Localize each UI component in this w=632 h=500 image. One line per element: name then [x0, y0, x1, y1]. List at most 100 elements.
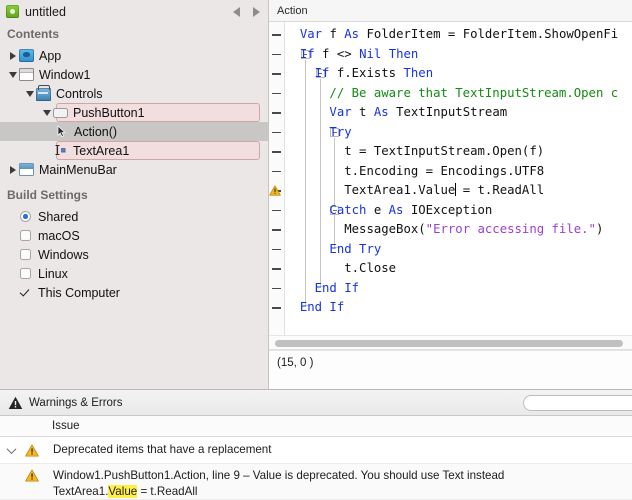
- code-line[interactable]: t = TextInputStream.Open(f): [285, 142, 632, 162]
- code-line[interactable]: MessageBox("Error accessing file."): [285, 220, 632, 240]
- build-target-label: macOS: [38, 228, 80, 243]
- code-line[interactable]: TextArea1.Value = t.ReadAll: [269, 181, 632, 201]
- navigator-header: untitled: [0, 0, 268, 23]
- build-target-windows[interactable]: Windows: [0, 245, 268, 264]
- code-line[interactable]: t.Encoding = Encodings.UTF8: [285, 162, 632, 182]
- menubar-icon: [19, 163, 34, 176]
- code-area[interactable]: Var f As FolderItem = FolderItem.ShowOpe…: [269, 22, 632, 335]
- code-token: TextInputStream: [396, 105, 508, 119]
- warning-detail-row[interactable]: Window1.PushButton1.Action, line 9 – Val…: [0, 464, 632, 500]
- build-target-linux[interactable]: Linux: [0, 264, 268, 283]
- column-header-issue[interactable]: Issue: [52, 420, 80, 432]
- code-token: If: [314, 66, 337, 80]
- top-area: untitled Contents App Window1 Controls P…: [0, 0, 632, 389]
- gutter-line-marker[interactable]: [272, 151, 281, 153]
- code-line[interactable]: End If: [285, 298, 632, 318]
- code-line[interactable]: Try: [285, 123, 632, 143]
- xojo-ide-window: untitled Contents App Window1 Controls P…: [0, 0, 632, 500]
- checkbox-icon[interactable]: [20, 230, 31, 241]
- code-line[interactable]: Var t As TextInputStream: [285, 103, 632, 123]
- code-token: IOException: [410, 202, 493, 217]
- disclosure-window1[interactable]: [6, 71, 19, 78]
- gutter-line-marker[interactable]: [272, 34, 281, 36]
- tree-item-textarea1[interactable]: TextArea1: [0, 141, 268, 160]
- gutter-line-marker[interactable]: [272, 53, 281, 56]
- warnings-search-input[interactable]: [523, 395, 632, 411]
- tree-item-mainmenubar[interactable]: MainMenuBar: [0, 160, 268, 179]
- code-line[interactable]: Catch e As IOException: [285, 201, 632, 221]
- tree-item-app[interactable]: App: [0, 46, 268, 65]
- disclosure-mainmenubar[interactable]: [6, 165, 19, 174]
- warning-triangle-icon: [269, 185, 281, 196]
- build-target-shared[interactable]: Shared: [0, 207, 268, 226]
- gutter-line-marker[interactable]: [272, 248, 281, 251]
- tree-item-pushbutton1[interactable]: PushButton1: [0, 103, 268, 122]
- disclosure-pushbutton1[interactable]: [40, 109, 53, 116]
- code-line[interactable]: Var f As FolderItem = FolderItem.ShowOpe…: [285, 25, 632, 45]
- warning-group-row[interactable]: Deprecated items that have a replacement: [0, 437, 632, 464]
- gutter-line-marker[interactable]: [272, 229, 281, 231]
- code-token: "Error accessing file.": [425, 222, 596, 236]
- build-target-label: Windows: [38, 247, 89, 262]
- disclosure-app[interactable]: [6, 51, 19, 60]
- build-target-label: Linux: [38, 266, 68, 281]
- nav-forward-arrow-icon[interactable]: [253, 6, 260, 17]
- editor-horizontal-scrollbar[interactable]: [269, 335, 632, 350]
- build-target-this-computer[interactable]: This Computer: [0, 283, 268, 302]
- app-icon: [19, 49, 34, 62]
- warning-group-label: Deprecated items that have a replacement: [53, 443, 272, 457]
- code-line[interactable]: End Try: [285, 240, 632, 260]
- code-token: As: [373, 105, 397, 119]
- scrollbar-thumb[interactable]: [275, 340, 623, 347]
- gutter-line-marker[interactable]: [272, 287, 281, 290]
- chevron-right-icon: [9, 51, 16, 60]
- code-line[interactable]: End If: [285, 279, 632, 299]
- tree-item-label: Window1: [39, 67, 91, 82]
- gutter-line-marker[interactable]: [272, 112, 281, 114]
- code-token: Try: [329, 124, 352, 139]
- code-line[interactable]: t.Close: [285, 259, 632, 279]
- code-token: Catch: [329, 202, 374, 217]
- project-title: untitled: [25, 4, 67, 19]
- code-token: ): [595, 222, 604, 236]
- code-token: As: [344, 27, 367, 41]
- code-token: End If: [299, 300, 345, 314]
- tab-action[interactable]: Action: [269, 5, 308, 17]
- code-text[interactable]: Var f As FolderItem = FolderItem.ShowOpe…: [269, 22, 632, 318]
- gutter-line-marker[interactable]: [272, 268, 281, 270]
- tree-item-label: Controls: [56, 86, 103, 101]
- tree-item-action-event[interactable]: Action(): [0, 122, 268, 141]
- gutter-line-marker[interactable]: [272, 92, 281, 95]
- nav-back-arrow-icon[interactable]: [233, 6, 240, 17]
- tree-item-window1[interactable]: Window1: [0, 65, 268, 84]
- tree-item-label: MainMenuBar: [39, 162, 117, 177]
- checkbox-icon[interactable]: [20, 249, 31, 260]
- tree-item-controls[interactable]: Controls: [0, 84, 268, 103]
- code-line[interactable]: If f <> Nil Then: [285, 45, 632, 65]
- gutter-line-marker[interactable]: [272, 73, 281, 75]
- gutter-line-marker[interactable]: [272, 170, 281, 173]
- checkmark-icon[interactable]: [20, 287, 31, 298]
- build-target-macos[interactable]: macOS: [0, 226, 268, 245]
- disclosure-controls[interactable]: [23, 90, 36, 97]
- build-target-label: This Computer: [38, 285, 120, 300]
- radio-icon[interactable]: [20, 211, 31, 222]
- code-line[interactable]: If f.Exists Then: [285, 64, 632, 84]
- disclosure-warning-group[interactable]: [0, 444, 22, 455]
- code-line[interactable]: // Be aware that TextInputStream.Open c: [285, 84, 632, 104]
- gutter-line-marker[interactable]: [272, 209, 281, 212]
- navigator-history-controls: [233, 0, 260, 23]
- code-token: Var: [299, 27, 330, 41]
- checkbox-icon[interactable]: [20, 268, 31, 279]
- gutter-line-marker[interactable]: [272, 307, 281, 309]
- panel-title: Warnings & Errors: [29, 396, 123, 409]
- code-token: t = TextInputStream.Open(f): [344, 144, 545, 158]
- gutter-line-marker[interactable]: [272, 131, 281, 134]
